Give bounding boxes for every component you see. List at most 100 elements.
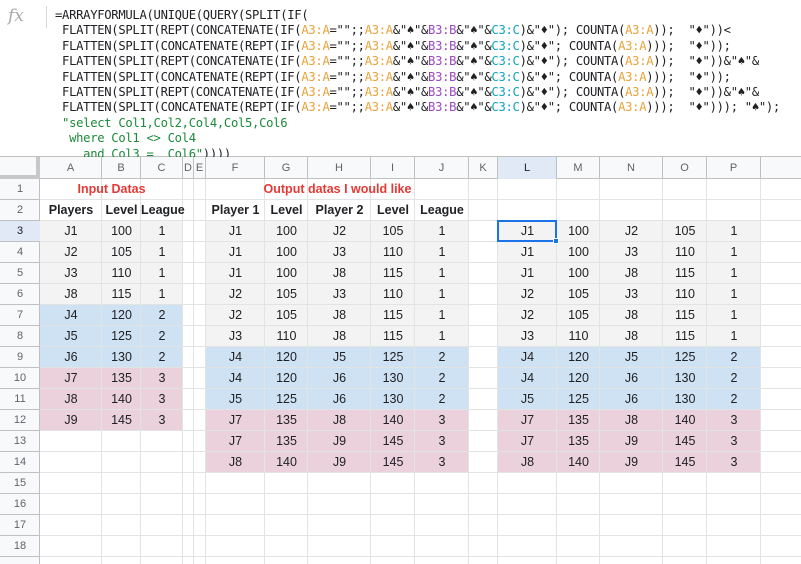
row-header-7[interactable]: 7 (0, 305, 40, 326)
cell-level-1[interactable]: 125 (557, 389, 600, 410)
cell-league[interactable]: 1 (707, 263, 761, 284)
cell-league[interactable]: 2 (415, 368, 469, 389)
column-header-O[interactable]: O (663, 157, 707, 179)
row-header-4[interactable]: 4 (0, 242, 40, 263)
cell-league[interactable]: 1 (707, 221, 761, 242)
cell-player-1[interactable]: J2 (206, 305, 265, 326)
cell-level-1[interactable]: 120 (265, 368, 308, 389)
cell-player-2[interactable]: J2 (600, 221, 663, 242)
cell-level[interactable]: 140 (102, 389, 141, 410)
row-header-14[interactable]: 14 (0, 452, 40, 473)
cell-player-2[interactable]: J5 (600, 347, 663, 368)
cell-level-1[interactable]: 135 (265, 410, 308, 431)
cell-league[interactable]: 3 (707, 452, 761, 473)
cell-league[interactable]: 3 (415, 431, 469, 452)
cell-level-1[interactable]: 135 (265, 431, 308, 452)
column-header-A[interactable]: A (40, 157, 102, 179)
cell-level-2[interactable]: 130 (371, 389, 415, 410)
cell-league[interactable]: 3 (415, 410, 469, 431)
row-header-17[interactable]: 17 (0, 515, 40, 536)
cell-level-1[interactable]: 100 (557, 221, 600, 242)
column-header-C[interactable]: C (141, 157, 183, 179)
cell-player[interactable]: J7 (40, 368, 102, 389)
column-header-F[interactable]: F (206, 157, 265, 179)
cell-league[interactable]: 2 (415, 347, 469, 368)
fill-handle[interactable] (553, 238, 559, 244)
cell-player[interactable]: J3 (40, 263, 102, 284)
cell-level-1[interactable]: 105 (557, 284, 600, 305)
column-header-E[interactable]: E (194, 157, 206, 179)
cell-level-2[interactable]: 140 (371, 410, 415, 431)
cell-league[interactable]: 2 (707, 368, 761, 389)
row-header-8[interactable]: 8 (0, 326, 40, 347)
cell-league[interactable]: 1 (707, 242, 761, 263)
cell-player-2[interactable]: J8 (308, 263, 371, 284)
cell-level-1[interactable]: 100 (265, 242, 308, 263)
cell-league[interactable]: 1 (141, 263, 183, 284)
cell-level-1[interactable]: 100 (265, 221, 308, 242)
cell-level-1[interactable]: 125 (265, 389, 308, 410)
column-header-K[interactable]: K (469, 157, 498, 179)
cell-league[interactable]: 3 (707, 431, 761, 452)
cell-player-1[interactable]: J5 (206, 389, 265, 410)
cell-level[interactable]: 125 (102, 326, 141, 347)
cell-player-1[interactable]: J5 (498, 389, 557, 410)
cell-level[interactable]: 130 (102, 347, 141, 368)
cell-level-2[interactable]: 130 (371, 368, 415, 389)
cell-player-2[interactable]: J9 (308, 431, 371, 452)
cell-level-2[interactable]: 115 (663, 263, 707, 284)
cell-player-1[interactable]: J4 (498, 368, 557, 389)
cell-player-1[interactable]: J4 (206, 347, 265, 368)
cell-league[interactable]: 1 (415, 263, 469, 284)
cell-league[interactable]: 1 (415, 284, 469, 305)
cell-level-1[interactable]: 105 (265, 284, 308, 305)
cell-level[interactable]: 100 (102, 221, 141, 242)
input-header[interactable]: League (141, 200, 185, 221)
cell-level-1[interactable]: 120 (557, 368, 600, 389)
cell-player-1[interactable]: J7 (206, 410, 265, 431)
row-header-6[interactable]: 6 (0, 284, 40, 305)
cell-level-2[interactable]: 115 (663, 326, 707, 347)
cell-player-1[interactable]: J1 (498, 263, 557, 284)
cell-level-2[interactable]: 105 (663, 221, 707, 242)
cell-player-2[interactable]: J2 (308, 221, 371, 242)
cell-player-2[interactable]: J6 (308, 368, 371, 389)
cell-level-2[interactable]: 110 (371, 242, 415, 263)
cell-level-1[interactable]: 105 (265, 305, 308, 326)
cell-player[interactable]: J6 (40, 347, 102, 368)
cell-level[interactable]: 145 (102, 410, 141, 431)
cell-level[interactable]: 110 (102, 263, 141, 284)
row-header-16[interactable]: 16 (0, 494, 40, 515)
cell-league[interactable]: 1 (415, 221, 469, 242)
cell-league[interactable]: 1 (707, 305, 761, 326)
row-header-12[interactable]: 12 (0, 410, 40, 431)
cell-player-1[interactable]: J2 (498, 284, 557, 305)
cell-player-1[interactable]: J4 (498, 347, 557, 368)
row-header-15[interactable]: 15 (0, 473, 40, 494)
row-header-18[interactable]: 18 (0, 536, 40, 557)
cell-league[interactable]: 1 (141, 242, 183, 263)
cell-player-2[interactable]: J6 (600, 368, 663, 389)
cell-player-2[interactable]: J8 (600, 410, 663, 431)
formula-input[interactable]: =ARRAYFORMULA(UNIQUE(QUERY(SPLIT(IF( FLA… (55, 8, 799, 162)
cell-level-1[interactable]: 110 (557, 326, 600, 347)
cell-player-1[interactable]: J2 (206, 284, 265, 305)
cell-league[interactable]: 3 (141, 410, 183, 431)
cell-league[interactable]: 2 (707, 347, 761, 368)
cell-level-2[interactable]: 110 (371, 284, 415, 305)
cell-player-2[interactable]: J3 (308, 284, 371, 305)
cell-level-2[interactable]: 110 (663, 284, 707, 305)
cell-level-1[interactable]: 100 (265, 263, 308, 284)
cell-league[interactable]: 2 (141, 305, 183, 326)
cell-player[interactable]: J1 (40, 221, 102, 242)
input-header[interactable]: Level (102, 200, 141, 221)
column-header-N[interactable]: N (600, 157, 663, 179)
row-header-3[interactable]: 3 (0, 221, 40, 242)
cell-level-2[interactable]: 145 (371, 431, 415, 452)
cell-player-1[interactable]: J7 (498, 410, 557, 431)
cell-level-2[interactable]: 145 (371, 452, 415, 473)
column-header-I[interactable]: I (371, 157, 415, 179)
column-header-D[interactable]: D (183, 157, 194, 179)
cell-level-1[interactable]: 100 (557, 263, 600, 284)
cell-player-1[interactable]: J2 (498, 305, 557, 326)
